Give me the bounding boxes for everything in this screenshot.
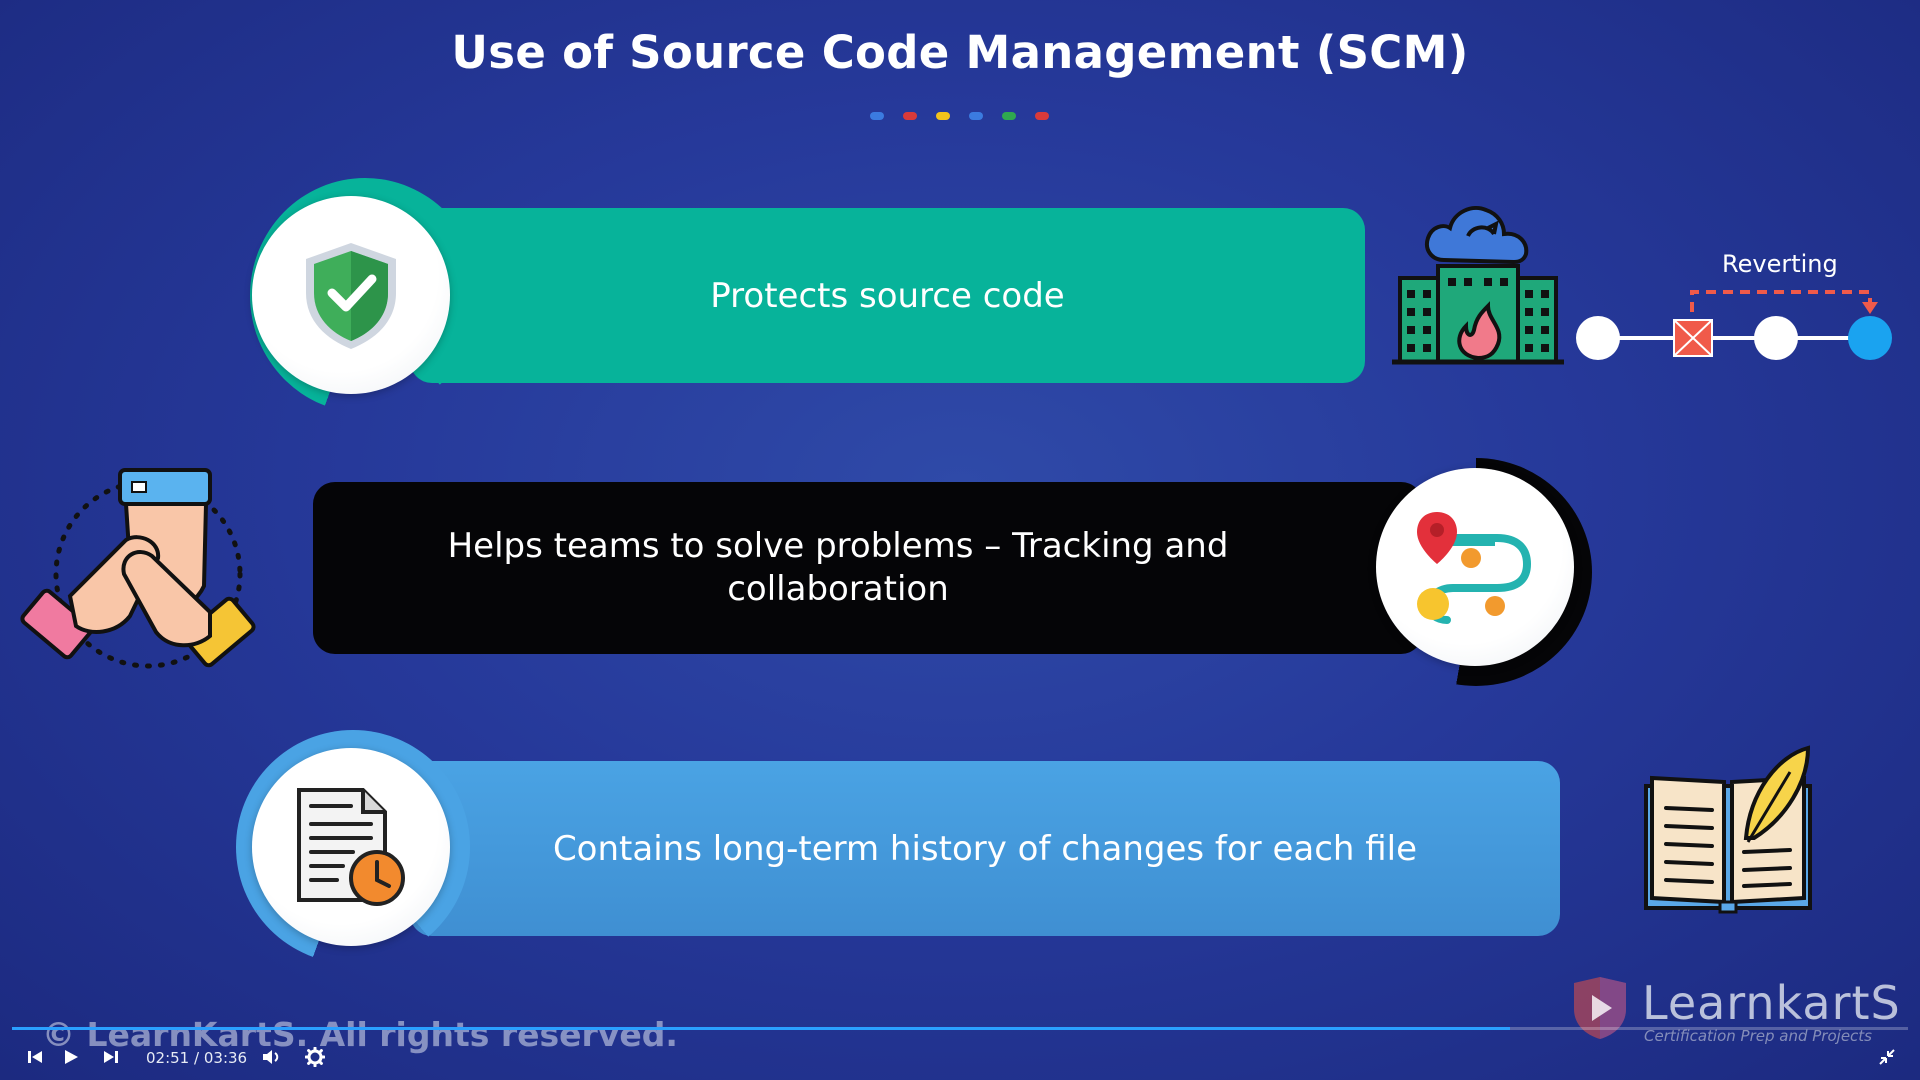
accent-dots bbox=[870, 112, 1050, 122]
seek-bar[interactable] bbox=[12, 1027, 1908, 1030]
accent-dot bbox=[1035, 112, 1049, 120]
point-icon-circle bbox=[252, 196, 450, 394]
volume-icon bbox=[263, 1050, 279, 1064]
accent-dot bbox=[969, 112, 983, 120]
cloud-building-fire-icon bbox=[1392, 206, 1564, 365]
settings-button[interactable] bbox=[300, 1042, 330, 1072]
document-clock-icon bbox=[297, 788, 405, 906]
point-icon-circle bbox=[252, 748, 450, 946]
seek-bar-progress bbox=[12, 1027, 1510, 1030]
gear-icon bbox=[305, 1047, 325, 1067]
point-protects-source-code: Protects source code bbox=[410, 208, 1365, 383]
accent-dot bbox=[1002, 112, 1016, 120]
route-path-icon bbox=[1417, 512, 1532, 624]
skip-previous-icon bbox=[28, 1051, 42, 1063]
slide-title: Use of Source Code Management (SCM) bbox=[451, 26, 1469, 79]
point-long-term-history: Contains long-term history of changes fo… bbox=[410, 761, 1560, 936]
point-icon-circle bbox=[1376, 468, 1574, 666]
fullscreen-button[interactable] bbox=[1872, 1042, 1902, 1072]
duration: 03:36 bbox=[203, 1049, 248, 1067]
exit-fullscreen-icon bbox=[1879, 1049, 1895, 1065]
book-quill-icon bbox=[1644, 745, 1812, 914]
point-text: Contains long-term history of changes fo… bbox=[552, 828, 1418, 869]
accent-dot bbox=[936, 112, 950, 120]
accent-dot bbox=[903, 112, 917, 120]
teamwork-hands-icon bbox=[20, 468, 256, 669]
skip-next-icon bbox=[104, 1051, 118, 1063]
reverting-label: Reverting bbox=[1722, 250, 1838, 278]
point-text: Helps teams to solve problems – Tracking… bbox=[447, 526, 1229, 609]
play-button[interactable] bbox=[56, 1042, 86, 1072]
volume-button[interactable] bbox=[256, 1042, 286, 1072]
play-icon bbox=[65, 1050, 78, 1064]
point-text: Protects source code bbox=[710, 275, 1065, 316]
player-controls bbox=[0, 1042, 1920, 1076]
point-helps-teams: Helps teams to solve problems – Tracking… bbox=[313, 482, 1423, 654]
current-time: 02:51 bbox=[146, 1049, 190, 1067]
next-button[interactable] bbox=[96, 1042, 126, 1072]
brand-name: LearnkartS bbox=[1642, 976, 1901, 1030]
learnkarts-logo-icon bbox=[1574, 977, 1626, 1039]
time-separator: / bbox=[194, 1049, 200, 1067]
accent-dot bbox=[870, 112, 884, 120]
reverting-timeline bbox=[1576, 290, 1892, 360]
time-display: 02:51 / 03:36 bbox=[146, 1049, 247, 1067]
previous-button[interactable] bbox=[20, 1042, 50, 1072]
shield-check-icon bbox=[306, 243, 396, 349]
